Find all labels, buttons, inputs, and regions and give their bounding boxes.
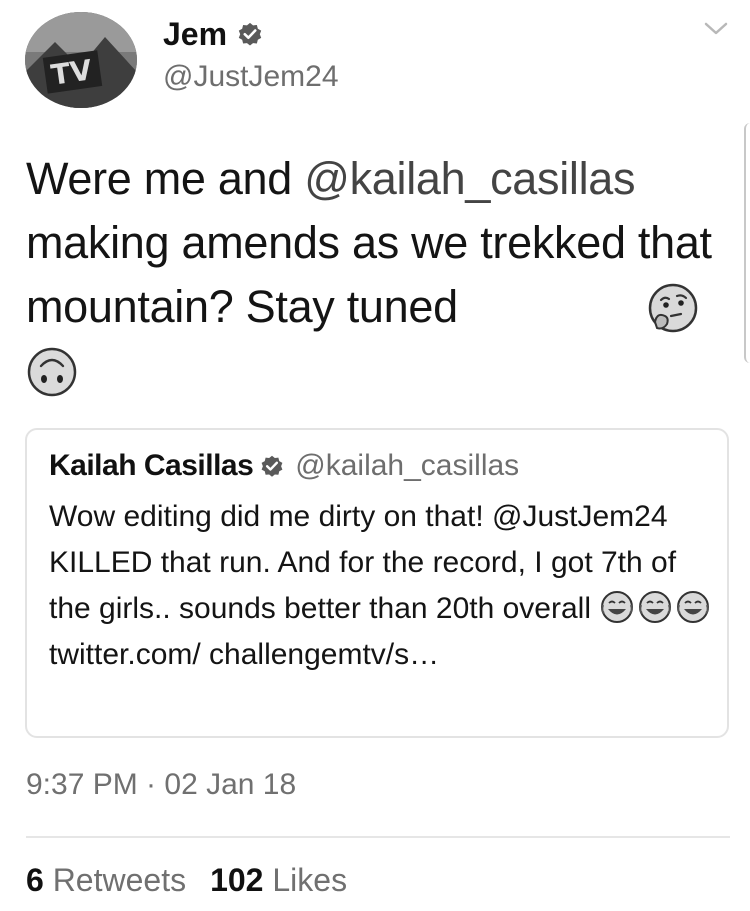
engagement-stats: 6 Retweets 102 Likes bbox=[26, 862, 347, 899]
scrollbar[interactable] bbox=[744, 123, 750, 363]
divider bbox=[26, 836, 730, 838]
likes-label: Likes bbox=[272, 862, 348, 898]
likes-count: 102 bbox=[210, 862, 264, 898]
tweet-header: TV Jem @JustJem24 bbox=[0, 0, 750, 120]
quoted-handle: @kailah_casillas bbox=[295, 449, 520, 482]
retweets-count: 6 bbox=[26, 862, 44, 898]
tweet-body: Were me and @kailah_casillas making amen… bbox=[26, 147, 736, 339]
tweet-text-start: Were me and bbox=[26, 153, 305, 204]
tweet-timestamp[interactable]: 9:37 PM · 02 Jan 18 bbox=[26, 768, 296, 802]
avatar-logo-text: TV bbox=[49, 53, 94, 91]
quoted-tweet-card[interactable]: Kailah Casillas @kailah_casillas Wow edi… bbox=[25, 428, 729, 738]
chevron-down-icon[interactable] bbox=[700, 18, 732, 40]
verified-badge-icon bbox=[238, 22, 262, 46]
author-display-name[interactable]: Jem bbox=[163, 16, 227, 53]
avatar[interactable]: TV bbox=[25, 12, 137, 108]
tweet-text-end: making amends as we trekked that mountai… bbox=[26, 217, 712, 332]
quoted-tweet-text: Wow editing did me dirty on that! @JustJ… bbox=[49, 494, 719, 678]
tears-of-joy-icon bbox=[677, 591, 710, 623]
quoted-display-name: Kailah Casillas bbox=[49, 449, 254, 482]
author-handle[interactable]: @JustJem24 bbox=[163, 60, 339, 94]
mention-link[interactable]: @kailah_casillas bbox=[304, 153, 635, 204]
tears-of-joy-icon bbox=[601, 591, 634, 623]
tears-of-joy-icon bbox=[639, 591, 672, 623]
verified-badge-icon bbox=[261, 455, 283, 477]
likes-stat[interactable]: 102 Likes bbox=[210, 862, 347, 898]
thinking-face-icon bbox=[648, 283, 698, 333]
author-name-row: Jem bbox=[163, 14, 264, 54]
retweets-stat[interactable]: 6 Retweets bbox=[26, 862, 186, 898]
avatar-image: TV bbox=[25, 12, 137, 108]
quoted-author-row: Kailah Casillas @kailah_casillas bbox=[49, 446, 519, 486]
retweets-label: Retweets bbox=[52, 862, 187, 898]
quoted-link[interactable]: twitter.com/ challengemtv/s… bbox=[49, 638, 439, 671]
quoted-text-main: Wow editing did me dirty on that! @JustJ… bbox=[49, 500, 677, 625]
upside-down-face-icon bbox=[27, 347, 77, 397]
